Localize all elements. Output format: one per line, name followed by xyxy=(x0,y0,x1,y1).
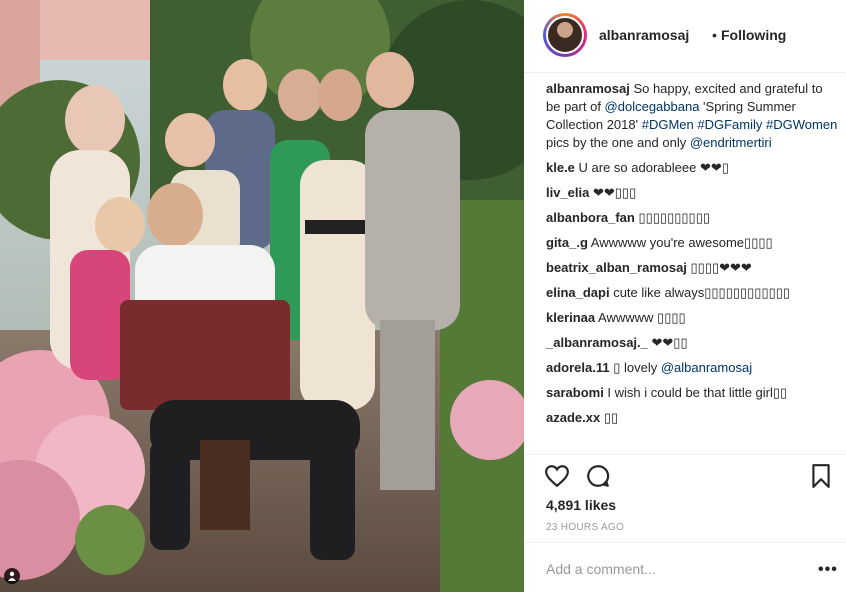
comment-text: Awwwww ▯▯▯▯ xyxy=(595,310,686,325)
comment-icon[interactable] xyxy=(585,463,611,489)
header-separator: • xyxy=(712,27,717,43)
avatar[interactable] xyxy=(546,16,584,54)
comment-text: I wish i could be that little girl▯▯ xyxy=(603,385,788,400)
comment-text: ▯▯ xyxy=(600,410,619,425)
comment-item: beatrix_alban_ramosaj ▯▯▯▯❤❤❤ xyxy=(546,259,838,277)
mention-link[interactable]: @albanramosaj xyxy=(661,360,752,375)
comment-text: cute like always▯▯▯▯▯▯▯▯▯▯▯▯ xyxy=(609,285,791,300)
bookmark-icon[interactable] xyxy=(808,463,834,489)
post-image xyxy=(0,0,524,592)
comment-item: _albanramosaj._ ❤❤▯▯ xyxy=(546,334,838,352)
comment-username[interactable]: _albanramosaj._ xyxy=(546,335,648,350)
comment-item: klerinaa Awwwww ▯▯▯▯ xyxy=(546,309,838,327)
caption-username[interactable]: albanramosaj xyxy=(546,81,630,96)
post-photo[interactable] xyxy=(0,0,524,592)
comment-item: albanbora_fan ▯▯▯▯▯▯▯▯▯▯ xyxy=(546,209,838,227)
comment-text: ▯▯▯▯❤❤❤ xyxy=(686,260,752,275)
comment-item: kle.e U are so adorableee ❤❤▯ xyxy=(546,159,838,177)
comment-text: ❤❤▯▯▯ xyxy=(589,185,637,200)
add-comment-input[interactable] xyxy=(546,559,796,579)
comment-username[interactable]: kle.e xyxy=(546,160,575,175)
post-sidebar: albanramosaj • Following albanramosaj So… xyxy=(524,0,846,592)
comment-text: ▯▯▯▯▯▯▯▯▯▯ xyxy=(634,210,711,225)
tagged-user-icon[interactable] xyxy=(4,568,20,584)
comments-list[interactable]: albanramosaj So happy, excited and grate… xyxy=(546,80,838,452)
comment-item: adorela.11 ▯ lovely @albanramosaj xyxy=(546,359,838,377)
heart-icon[interactable] xyxy=(544,463,570,489)
caption: albanramosaj So happy, excited and grate… xyxy=(546,80,838,152)
comment-item: elina_dapi cute like always▯▯▯▯▯▯▯▯▯▯▯▯ xyxy=(546,284,838,302)
mention-link[interactable]: @dolcegabbana xyxy=(605,99,700,114)
mention-link[interactable]: @endritmertiri xyxy=(690,135,772,150)
header-username[interactable]: albanramosaj xyxy=(599,27,689,43)
comment-item: sarabomi I wish i could be that little g… xyxy=(546,384,838,402)
comment-text: ▯ lovely xyxy=(609,360,661,375)
instagram-post: albanramosaj • Following albanramosaj So… xyxy=(0,0,846,592)
post-header: albanramosaj • Following xyxy=(524,0,846,73)
comment-item: liv_elia ❤❤▯▯▯ xyxy=(546,184,838,202)
post-timestamp[interactable]: 23 HOURS AGO xyxy=(546,522,624,533)
comment-username[interactable]: azade.xx xyxy=(546,410,600,425)
comment-text: ❤❤▯▯ xyxy=(647,335,688,350)
comment-username[interactable]: gita_.g xyxy=(546,235,588,250)
comment-username[interactable]: liv_elia xyxy=(546,185,589,200)
caption-text: pics by the one and only xyxy=(546,135,690,150)
hashtag-link[interactable]: #DGFamily xyxy=(697,117,762,132)
story-ring[interactable] xyxy=(543,13,587,57)
comment-item: gita_.g Awwwww you're awesome▯▯▯▯ xyxy=(546,234,838,252)
comment-item: azade.xx ▯▯ xyxy=(546,409,838,427)
hashtag-link[interactable]: #DGWomen xyxy=(766,117,837,132)
comment-text: Awwwww you're awesome▯▯▯▯ xyxy=(587,235,773,250)
comment-username[interactable]: albanbora_fan xyxy=(546,210,635,225)
likes-count[interactable]: 4,891 likes xyxy=(546,497,616,513)
comment-username[interactable]: elina_dapi xyxy=(546,285,610,300)
following-button[interactable]: Following xyxy=(721,27,786,43)
comment-username[interactable]: beatrix_alban_ramosaj xyxy=(546,260,687,275)
comment-username[interactable]: adorela.11 xyxy=(546,360,610,375)
comment-username[interactable]: klerinaa xyxy=(546,310,595,325)
action-bar xyxy=(524,454,846,495)
add-comment-bar: ••• xyxy=(524,542,846,593)
hashtag-link[interactable]: #DGMen xyxy=(642,117,694,132)
more-options-icon[interactable]: ••• xyxy=(818,561,838,579)
comment-text: U are so adorableee ❤❤▯ xyxy=(574,160,729,175)
comment-username[interactable]: sarabomi xyxy=(546,385,604,400)
